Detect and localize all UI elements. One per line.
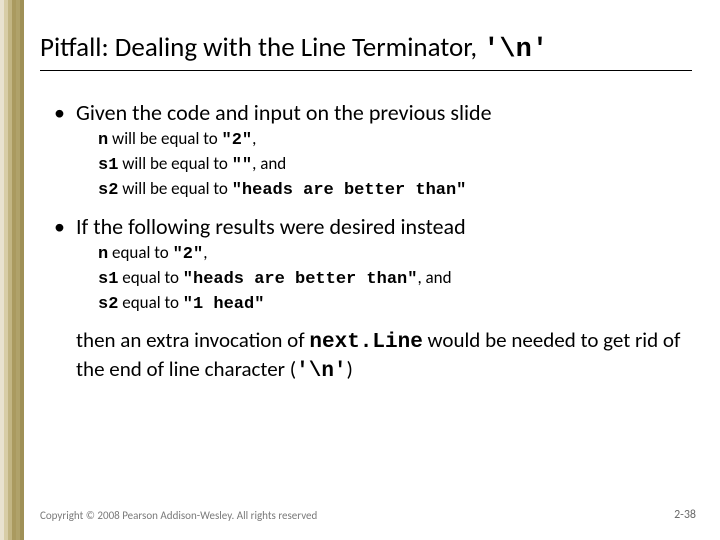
- decorative-stripe: [0, 0, 24, 540]
- copyright-footer: Copyright © 2008 Pearson Addison-Wesley.…: [40, 509, 317, 522]
- sub-line: n equal to "2",: [98, 242, 692, 267]
- sub-line: n will be equal to "2",: [98, 128, 692, 153]
- bullet-2-body: then an extra invocation of next.Line wo…: [76, 327, 692, 386]
- title-rule: [40, 70, 692, 71]
- bullet-2-text: If the following results were desired in…: [76, 213, 466, 240]
- page-number: 2-38: [674, 508, 696, 522]
- sub-line: s1 will be equal to "", and: [98, 153, 692, 178]
- bullet-list: Given the code and input on the previous…: [40, 99, 692, 385]
- sub-line: s2 will be equal to "heads are better th…: [98, 178, 692, 203]
- bullet-2-sub: n equal to "2", s1 equal to "heads are b…: [76, 242, 692, 317]
- title-code: '\n': [483, 35, 548, 65]
- bullet-1-sub: n will be equal to "2", s1 will be equal…: [76, 128, 692, 203]
- sub-line: s1 equal to "heads are better than", and: [98, 267, 692, 292]
- sub-line: s2 equal to "1 head": [98, 292, 692, 317]
- bullet-1: Given the code and input on the previous…: [76, 99, 692, 203]
- bullet-2: If the following results were desired in…: [76, 213, 692, 385]
- bullet-1-text: Given the code and input on the previous…: [76, 99, 492, 126]
- title-text: Pitfall: Dealing with the Line Terminato…: [40, 31, 483, 64]
- slide-title: Pitfall: Dealing with the Line Terminato…: [40, 32, 692, 66]
- slide-body: Pitfall: Dealing with the Line Terminato…: [24, 0, 720, 540]
